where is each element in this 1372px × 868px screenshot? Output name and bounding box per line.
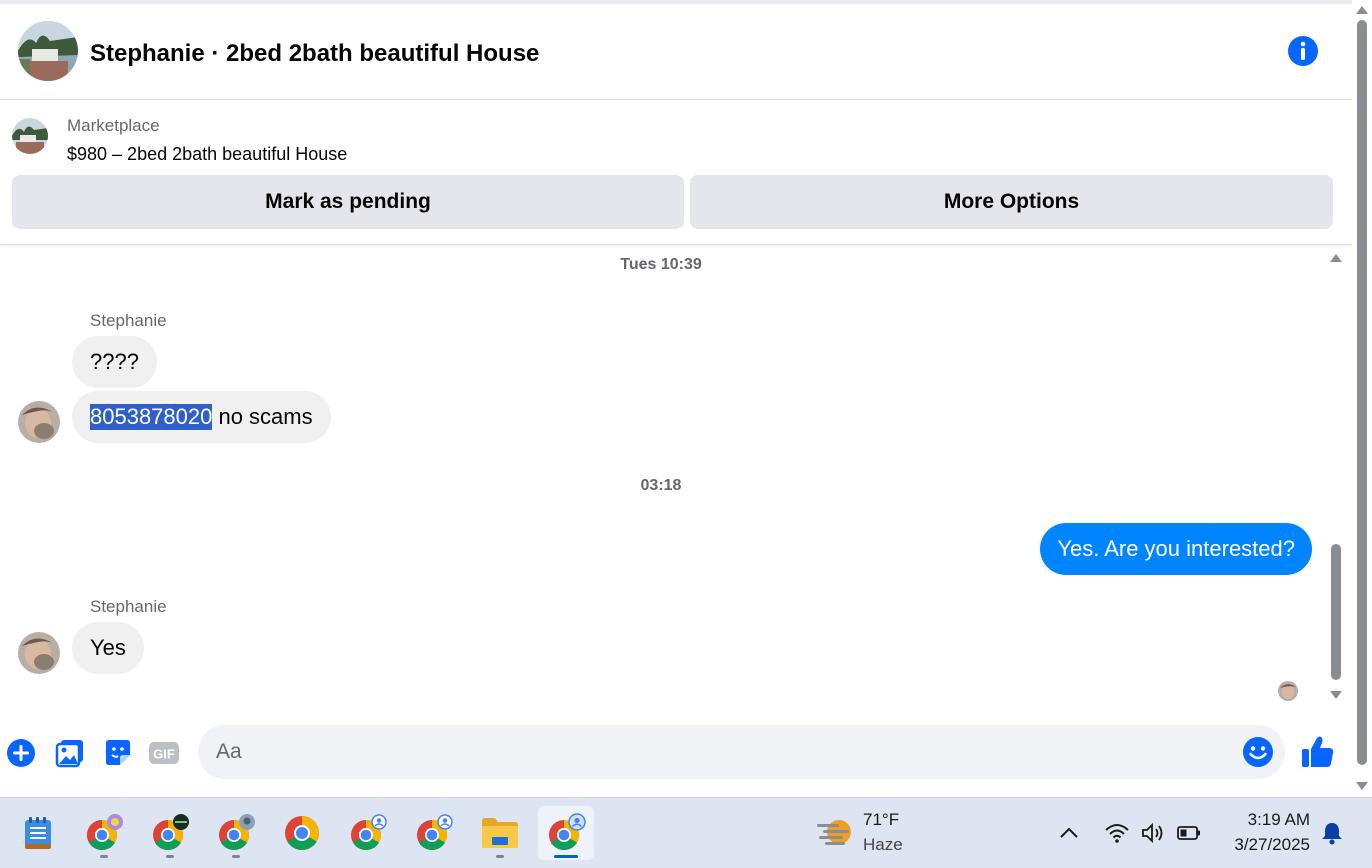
windows-taskbar: 71°F Haze 3:19 AM 3/27/2025: [0, 797, 1372, 868]
message-input[interactable]: [198, 725, 1285, 779]
chrome-profile-1-icon[interactable]: [76, 806, 132, 860]
outgoing-message-bubble[interactable]: Yes. Are you interested?: [1040, 523, 1312, 575]
running-indicator: [496, 855, 504, 858]
listing-title[interactable]: $980 – 2bed 2bath beautiful House: [67, 144, 347, 165]
running-indicator: [166, 855, 174, 858]
chrome-profile-3-icon[interactable]: [208, 806, 264, 860]
thumbs-up-icon[interactable]: [1301, 734, 1335, 770]
photo-icon[interactable]: [54, 737, 86, 769]
marketplace-label: Marketplace: [67, 116, 160, 135]
sender-name: Stephanie: [90, 311, 167, 330]
active-indicator: [554, 855, 578, 858]
notification-bell-icon[interactable]: [1320, 820, 1344, 846]
seen-indicator-avatar: [1278, 681, 1298, 701]
message-text: ????: [90, 349, 139, 374]
notepad-app-icon[interactable]: [10, 806, 66, 860]
message-text: Yes. Are you interested?: [1057, 536, 1295, 561]
message-bubble[interactable]: 8053878020 no scams: [72, 391, 331, 443]
chevron-up-icon[interactable]: [1056, 820, 1082, 846]
running-indicator: [232, 855, 240, 858]
sender-avatar[interactable]: [18, 401, 60, 443]
selected-phone-text: 8053878020: [90, 404, 213, 430]
svg-text:GIF: GIF: [153, 747, 175, 762]
listing-thumbnail[interactable]: [12, 118, 48, 154]
add-icon[interactable]: [5, 737, 37, 769]
sender-avatar[interactable]: [18, 632, 60, 674]
chrome-active-window-icon[interactable]: [538, 806, 594, 860]
message-scrollbar[interactable]: [1326, 248, 1346, 708]
chrome-profile-4-icon[interactable]: [340, 806, 396, 860]
weather-description[interactable]: Haze: [863, 835, 903, 855]
emoji-icon[interactable]: [1242, 736, 1274, 768]
sticker-icon[interactable]: [102, 737, 134, 769]
message-bubble[interactable]: ????: [72, 336, 157, 388]
message-text: Yes: [90, 635, 126, 660]
sender-name: Stephanie: [90, 597, 167, 616]
clock-time[interactable]: 3:19 AM: [1226, 810, 1310, 830]
clock-date[interactable]: 3/27/2025: [1220, 835, 1310, 855]
listing-avatar[interactable]: [18, 21, 78, 81]
conversation-header: Stephanie · 2bed 2bath beautiful House: [0, 4, 1352, 100]
chrome-profile-2-icon[interactable]: [142, 806, 198, 860]
weather-temperature[interactable]: 71°F: [863, 810, 899, 830]
marketplace-panel: Marketplace $980 – 2bed 2bath beautiful …: [0, 100, 1352, 245]
file-explorer-icon[interactable]: [472, 806, 528, 860]
wifi-icon[interactable]: [1104, 820, 1130, 846]
message-text: no scams: [212, 404, 313, 429]
mark-as-pending-button[interactable]: Mark as pending: [12, 175, 684, 229]
weather-icon[interactable]: [806, 806, 860, 860]
info-icon[interactable]: [1287, 35, 1319, 67]
more-options-button[interactable]: More Options: [690, 175, 1333, 229]
chrome-profile-5-icon[interactable]: [406, 806, 462, 860]
page-scrollbar[interactable]: [1352, 0, 1372, 797]
battery-icon[interactable]: [1176, 820, 1202, 846]
message-bubble[interactable]: Yes: [72, 622, 144, 674]
conversation-title[interactable]: Stephanie · 2bed 2bath beautiful House: [90, 40, 539, 68]
timestamp: 03:18: [640, 477, 682, 494]
chrome-icon[interactable]: [274, 806, 330, 860]
message-composer: GIF: [0, 720, 1352, 785]
gif-icon[interactable]: GIF: [148, 737, 180, 769]
volume-icon[interactable]: [1140, 820, 1166, 846]
timestamp: Tues 10:39: [620, 256, 702, 273]
running-indicator: [100, 855, 108, 858]
